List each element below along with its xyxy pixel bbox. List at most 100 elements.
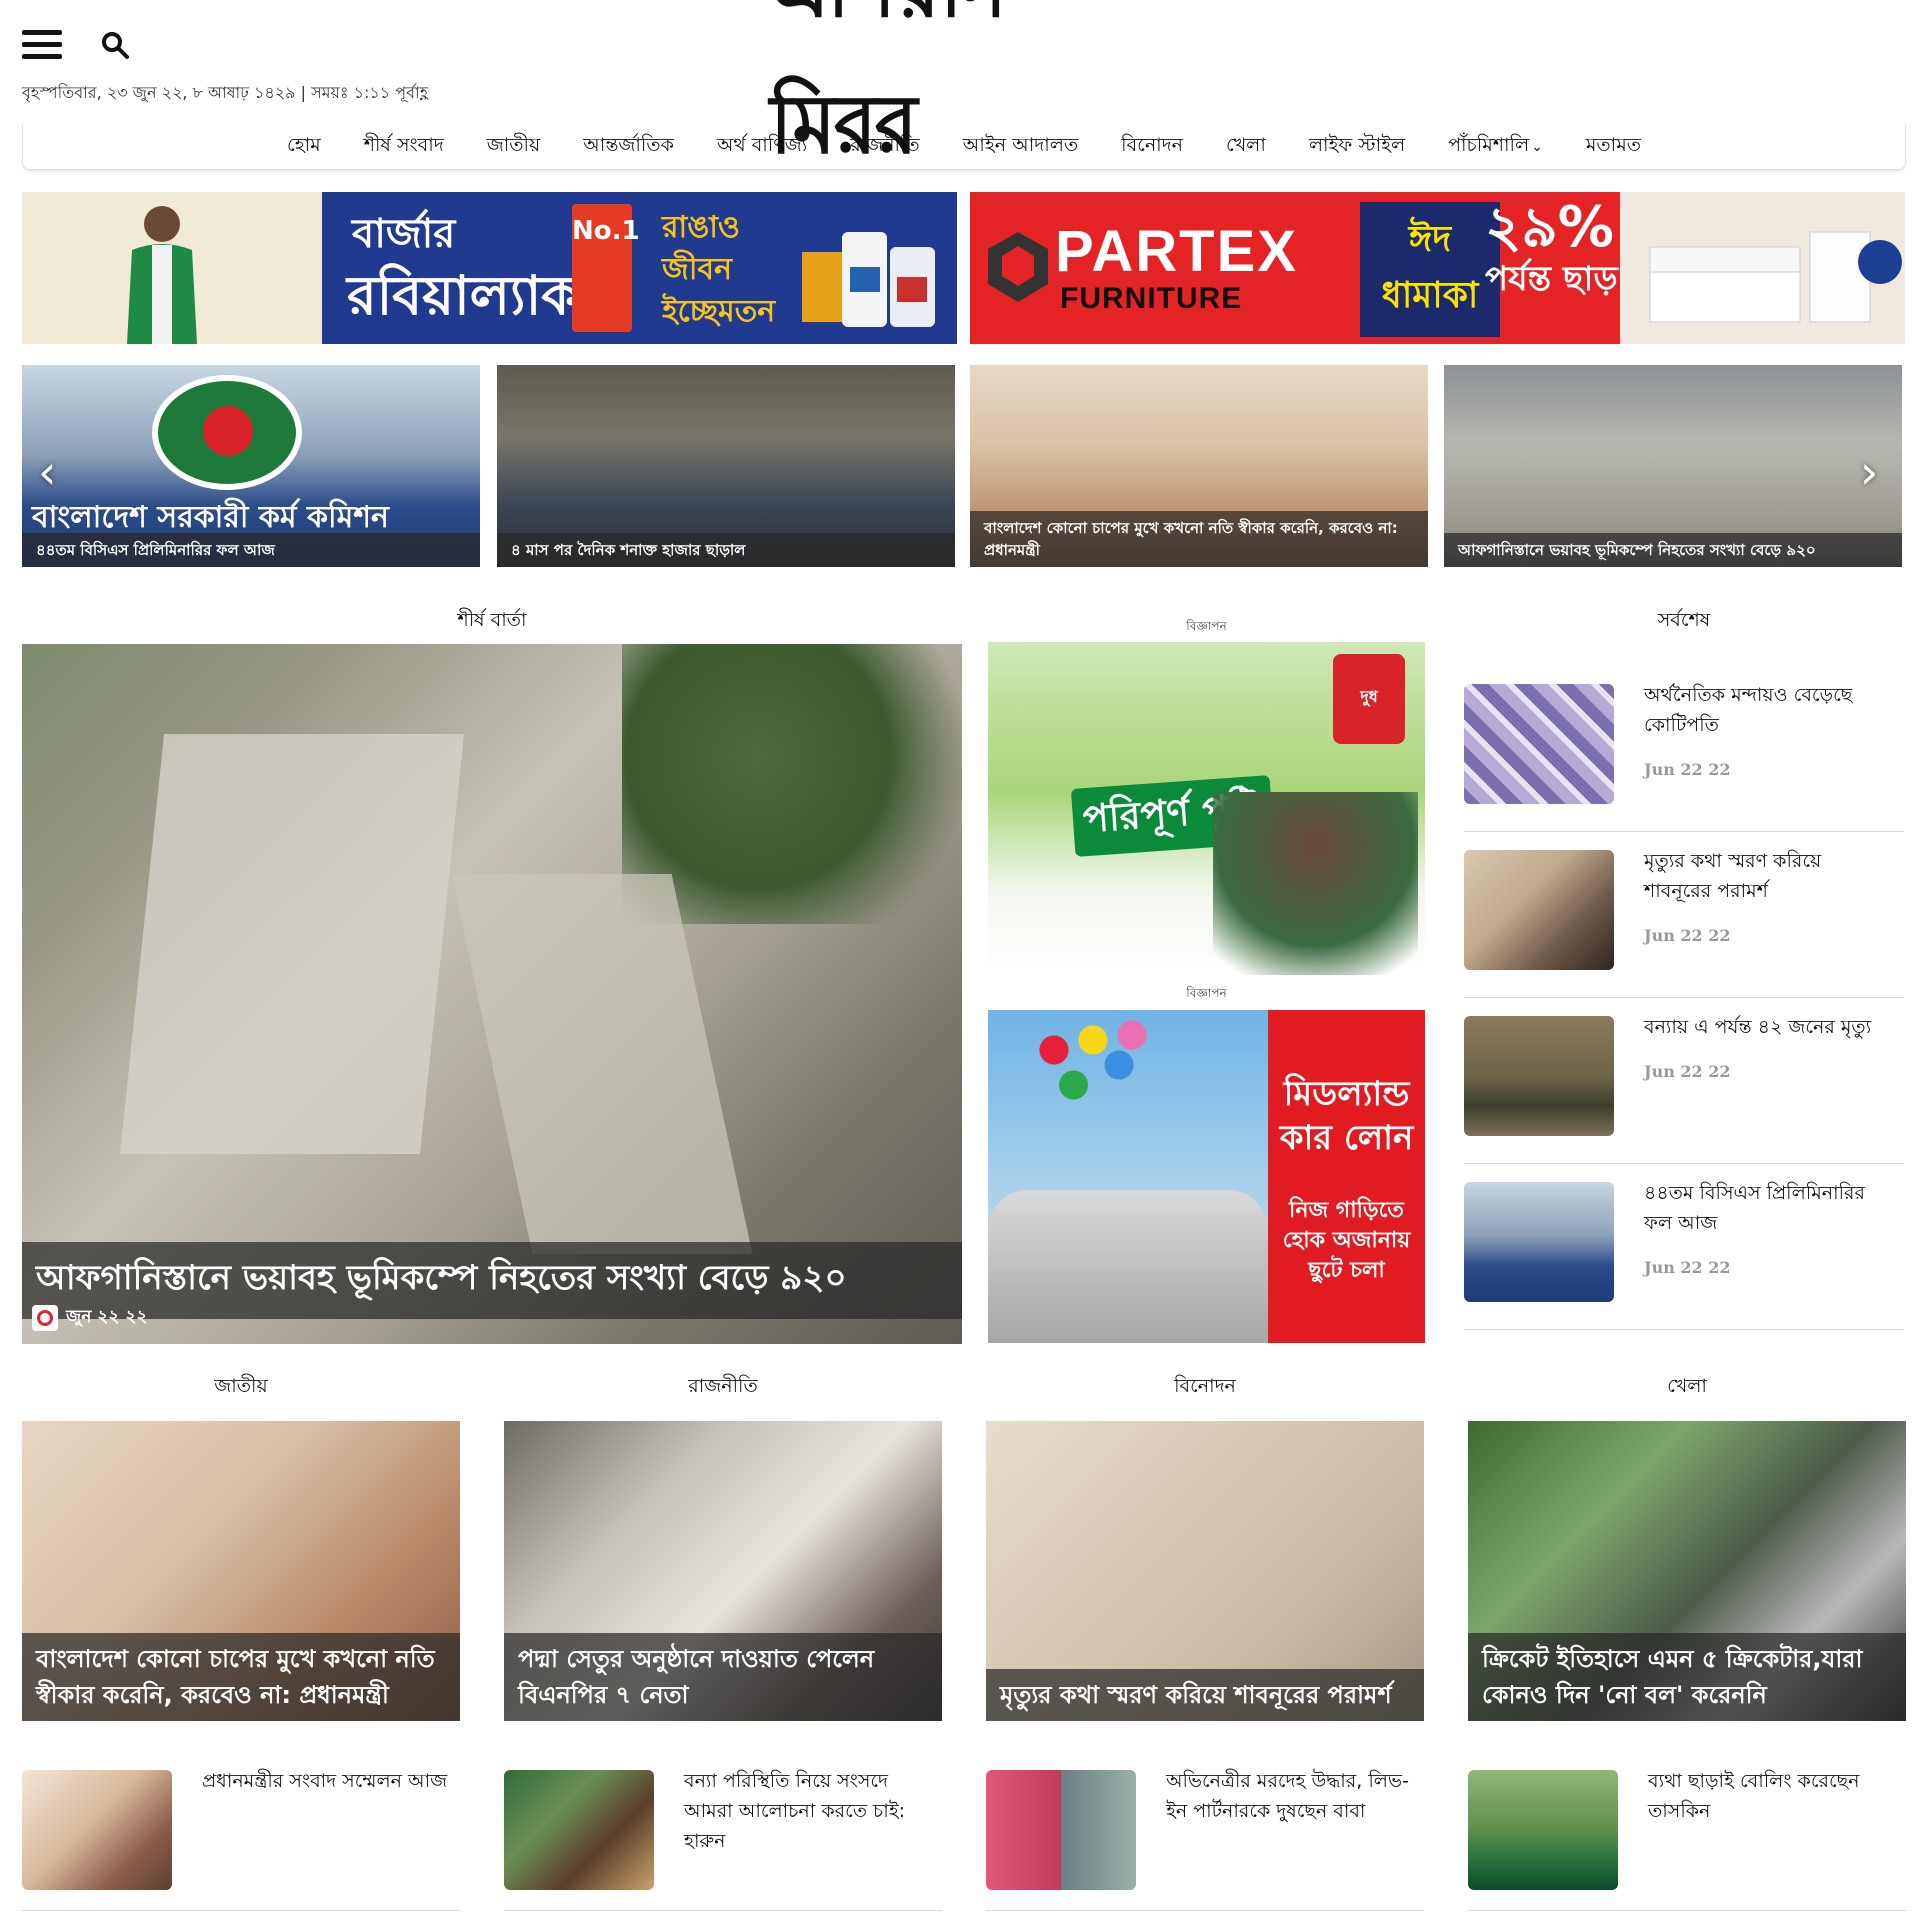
sports-list-item[interactable]: ব্যথা ছাড়াই বোলিং করেছেন তাসকিন — [1468, 1770, 1906, 1911]
latest-thumbnail — [1464, 850, 1614, 970]
latest-item[interactable]: মৃত্যুর কথা স্মরণ করিয়ে শাবনূরের পরামর্… — [1464, 832, 1904, 998]
ad-label: বিজ্ঞাপন — [1186, 986, 1227, 1000]
slider-card-3[interactable]: বাংলাদেশ কোনো চাপের মুখে কখনো নতি স্বীকা… — [970, 365, 1428, 567]
politics-list-item[interactable]: বন্যা পরিস্থিতি নিয়ে সংসদে আমরা আলোচনা … — [504, 1770, 942, 1911]
ad-partex-brand: PARTEX — [1055, 219, 1298, 284]
entertainment-lead-card[interactable]: মৃত্যুর কথা স্মরণ করিয়ে শাবনূরের পরামর্… — [986, 1421, 1424, 1721]
nav-national[interactable]: জাতীয় — [487, 131, 540, 163]
latest-thumbnail — [1464, 1182, 1614, 1302]
nav-law[interactable]: আইন আদালত — [963, 131, 1079, 163]
partex-logo-icon — [988, 232, 1048, 302]
divider — [504, 1910, 942, 1911]
section-title-entertainment: বিনোদন — [1174, 1375, 1236, 1397]
hamburger-menu-icon[interactable] — [22, 30, 62, 60]
milk-ad-logo: দুধ — [1333, 654, 1405, 744]
paint-cans-image — [802, 232, 935, 327]
chevron-right-icon[interactable]: › — [1860, 445, 1878, 499]
nav-international[interactable]: আন্তর্জাতিক — [583, 131, 674, 163]
bedroom-image — [1620, 192, 1905, 344]
latest-title[interactable]: অর্থনৈতিক মন্দায়ও বেড়েছে কোটিপতি — [1644, 680, 1894, 740]
list-title[interactable]: ব্যথা ছাড়াই বোলিং করেছেন তাসকিন — [1648, 1766, 1898, 1826]
card-caption: বাংলাদেশ কোনো চাপের মুখে কখনো নতি স্বীকা… — [22, 1633, 460, 1721]
balloons-image — [1028, 1020, 1158, 1120]
divider — [22, 1910, 460, 1911]
image-rubble — [451, 874, 753, 1254]
latest-item[interactable]: অর্থনৈতিক মন্দায়ও বেড়েছে কোটিপতি Jun 2… — [1464, 666, 1904, 832]
latest-item[interactable]: বন্যায় এ পর্যন্ত ৪২ জনের মৃত্যু Jun 22 … — [1464, 998, 1904, 1164]
car-ad-panel: মিডল্যান্ড কার লোন নিজ গাড়িতে হোক অজানা… — [1268, 1010, 1425, 1343]
top-story-date: জুন ২২ ২২ — [66, 1307, 148, 1327]
nav-miscellaneous-label: পাঁচমিশালি — [1448, 133, 1530, 156]
latest-thumbnail — [1464, 1016, 1614, 1136]
latest-item[interactable]: ৪৪তম বিসিএস প্রিলিমিনারির ফল আজ Jun 22 2… — [1464, 1164, 1904, 1330]
clock-icon — [32, 1305, 58, 1331]
slider-caption: আফগানিস্তানে ভয়াবহ ভূমিকম্পে নিহতের সংখ… — [1444, 533, 1902, 567]
nav-economy[interactable]: অর্থ বাণিজ্য — [717, 131, 807, 163]
main-nav: হোম শীর্ষ সংবাদ জাতীয় আন্তর্জাতিক অর্থ … — [22, 124, 1906, 170]
section-title-national: জাতীয় — [214, 1375, 268, 1397]
cricketer-image — [127, 206, 197, 344]
top-story-card[interactable]: আফগানিস্তানে ভয়াবহ ভূমিকম্পে নিহতের সংখ… — [22, 644, 962, 1344]
entertainment-list-item[interactable]: অভিনেত্রীর মরদেহ উদ্ধার, লিভ-ইন পার্টনার… — [986, 1770, 1424, 1911]
site-logo[interactable]: এশিয়ান মিরর — [770, 0, 1160, 172]
ad-tagline-3: ইচ্ছেমতন — [662, 294, 776, 329]
nav-sports[interactable]: খেলা — [1226, 131, 1266, 163]
ad-partex-sub: FURNITURE — [1060, 282, 1243, 315]
nav-lifestyle[interactable]: লাইফ স্টাইল — [1309, 131, 1405, 163]
ad-eid-promo: ঈদ ধামাকা — [1360, 202, 1500, 337]
ad-discount-percent: ২৯% — [1485, 195, 1614, 260]
ad-discount-text: পর্যন্ত ছাড়! — [1485, 259, 1634, 299]
latest-title[interactable]: মৃত্যুর কথা স্মরণ করিয়ে শাবনূরের পরামর্… — [1644, 846, 1894, 906]
card-caption: ক্রিকেট ইতিহাসে এমন ৫ ক্রিকেটার,যারা কোন… — [1468, 1633, 1906, 1721]
chevron-left-icon[interactable]: ‹ — [38, 445, 56, 499]
latest-date: Jun 22 22 — [1644, 760, 1731, 779]
ad-tagline-2: জীবন — [662, 252, 733, 287]
nav-politics[interactable]: রাজনীতি — [850, 131, 919, 163]
card-caption: মৃত্যুর কথা স্মরণ করিয়ে শাবনূরের পরামর্… — [986, 1669, 1424, 1721]
list-thumbnail — [986, 1770, 1136, 1890]
car-loan-ad[interactable]: মিডল্যান্ড কার লোন নিজ গাড়িতে হোক অজানা… — [988, 1010, 1425, 1343]
date-line: বৃহস্পতিবার, ২৩ জুন ২২, ৮ আষাঢ় ১৪২৯ | স… — [22, 83, 428, 102]
latest-title[interactable]: ৪৪তম বিসিএস প্রিলিমিনারির ফল আজ — [1644, 1178, 1894, 1238]
politics-lead-card[interactable]: পদ্মা সেতুর অনুষ্ঠানে দাওয়াত পেলেন বিএন… — [504, 1421, 942, 1721]
list-title[interactable]: প্রধানমন্ত্রীর সংবাদ সম্মেলন আজ — [202, 1766, 452, 1796]
section-title-sports: খেলা — [1667, 1375, 1707, 1397]
mother-child-image — [1213, 792, 1418, 975]
nav-home[interactable]: হোম — [287, 131, 321, 163]
list-title[interactable]: অভিনেত্রীর মরদেহ উদ্ধার, লিভ-ইন পার্টনার… — [1166, 1766, 1416, 1826]
national-lead-card[interactable]: বাংলাদেশ কোনো চাপের মুখে কখনো নতি স্বীকা… — [22, 1421, 460, 1721]
list-thumbnail — [504, 1770, 654, 1890]
ad-label: বিজ্ঞাপন — [1186, 619, 1227, 633]
slider-card-1[interactable]: বাংলাদেশ সরকারী কর্ম কমিশন ৪৪তম বিসিএস প… — [22, 365, 480, 567]
ad-brand-main: রবিয়াল্যাক — [347, 264, 580, 327]
milk-ad[interactable]: দুধ পরিপূর্ণ পুষ্টি — [988, 642, 1425, 975]
card-caption: পদ্মা সেতুর অনুষ্ঠানে দাওয়াত পেলেন বিএন… — [504, 1633, 942, 1721]
latest-title[interactable]: বন্যায় এ পর্যন্ত ৪২ জনের মৃত্যু — [1644, 1012, 1894, 1042]
list-title[interactable]: বন্যা পরিস্থিতি নিয়ে সংসদে আমরা আলোচনা … — [684, 1766, 934, 1856]
image-rubble — [119, 734, 465, 1154]
section-title-latest: সর্বশেষ — [1657, 609, 1711, 631]
national-list-item[interactable]: প্রধানমন্ত্রীর সংবাদ সম্মেলন আজ — [22, 1770, 460, 1911]
nav-entertainment[interactable]: বিনোদন — [1121, 131, 1183, 163]
search-icon[interactable] — [100, 30, 130, 60]
slider-card-4[interactable]: আফগানিস্তানে ভয়াবহ ভূমিকম্পে নিহতের সংখ… — [1444, 365, 1902, 567]
divider — [1468, 1910, 1906, 1911]
list-thumbnail — [1468, 1770, 1618, 1890]
ad-tagline-1: রাঙাও — [662, 210, 740, 245]
partex-ad-banner[interactable]: PARTEX FURNITURE ঈদ ধামাকা ২৯% পর্যন্ত ছ… — [970, 192, 1905, 344]
ad-discount: ২৯% পর্যন্ত ছাড়! — [1485, 195, 1634, 300]
sports-lead-card[interactable]: ক্রিকেট ইতিহাসে এমন ৫ ক্রিকেটার,যারা কোন… — [1468, 1421, 1906, 1721]
car-image — [988, 1190, 1268, 1343]
nav-miscellaneous[interactable]: পাঁচমিশালি ⌄ — [1448, 131, 1543, 163]
slider-card-2[interactable]: ৪ মাস পর দৈনিক শনাক্ত হাজার ছাড়াল — [497, 365, 955, 567]
government-seal-image — [152, 375, 302, 490]
berger-ad-banner[interactable]: বার্জার রবিয়াল্যাক No.1 রাঙাও জীবন ইচ্ছ… — [22, 192, 957, 344]
car-ad-title: মিডল্যান্ড কার লোন — [1279, 1074, 1414, 1158]
latest-date: Jun 22 22 — [1644, 1258, 1731, 1277]
nav-top-news[interactable]: শীর্ষ সংবাদ — [364, 131, 444, 163]
latest-date: Jun 22 22 — [1644, 1062, 1731, 1081]
latest-thumbnail — [1464, 684, 1614, 804]
slider-caption: ৪৪তম বিসিএস প্রিলিমিনারির ফল আজ — [22, 533, 480, 567]
nav-opinion[interactable]: মতামত — [1586, 131, 1641, 163]
ad-badge: No.1 — [572, 204, 640, 332]
